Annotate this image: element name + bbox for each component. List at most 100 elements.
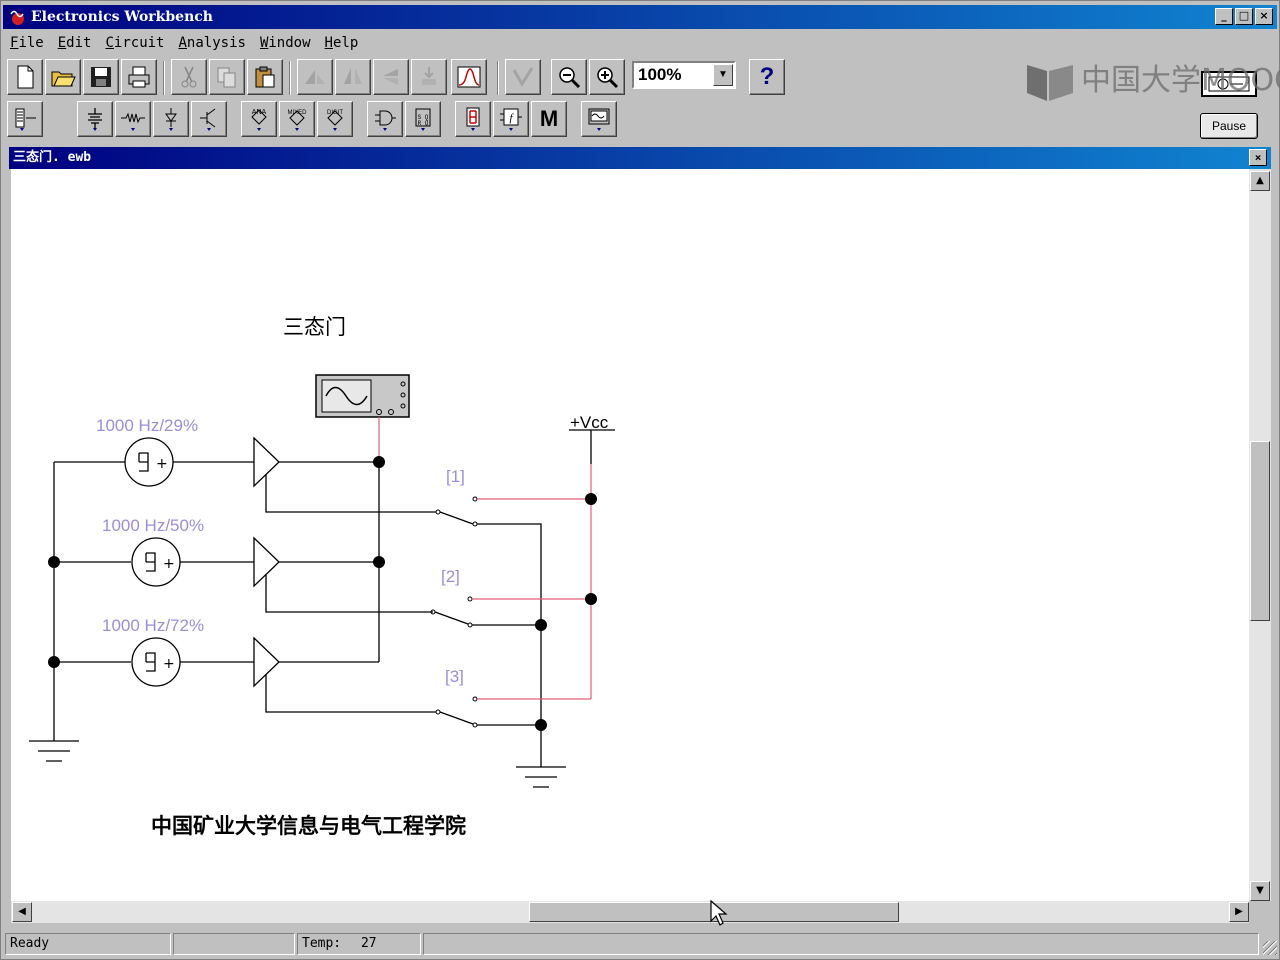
print-button[interactable]	[121, 59, 157, 95]
zoom-out-button[interactable]	[551, 59, 587, 95]
analog-ics-bin-button[interactable]: ANA	[241, 101, 277, 137]
new-file-button[interactable]	[7, 59, 43, 95]
menu-edit-label: dit	[66, 35, 92, 51]
transistors-bin-button[interactable]	[191, 101, 227, 137]
instruments-bin-button[interactable]	[581, 101, 617, 137]
source2-label: 1000 Hz/50%	[102, 516, 204, 535]
zoom-in-icon	[597, 67, 619, 89]
resize-grip-icon[interactable]	[1263, 941, 1277, 955]
copy-button[interactable]	[209, 59, 245, 95]
favorites-bin-button[interactable]	[7, 101, 43, 137]
basic-bin-button[interactable]	[115, 101, 151, 137]
source3-label: 1000 Hz/72%	[102, 616, 204, 635]
resistor-icon	[121, 112, 145, 131]
vcc-label: +Vcc	[570, 413, 609, 432]
toolbar-separator	[289, 61, 291, 95]
document-close-button[interactable]: ×	[1249, 149, 1267, 166]
rotate-button[interactable]	[297, 59, 333, 95]
title-bar[interactable]: Electronics Workbench _ □ ×	[3, 5, 1277, 29]
open-folder-icon	[51, 71, 76, 87]
zoom-in-button[interactable]	[589, 59, 625, 95]
scroll-right-arrow-icon[interactable]: ▶	[1229, 902, 1249, 922]
mooc-logo-icon	[1027, 65, 1073, 101]
minimize-button[interactable]: _	[1215, 8, 1233, 25]
menu-window-label: indow	[268, 35, 311, 51]
document-title-bar[interactable]: 三态门. ewb ×	[9, 147, 1271, 169]
status-text: Ready	[5, 933, 171, 955]
component-properties-icon	[422, 67, 436, 85]
maximize-button[interactable]: □	[1235, 8, 1253, 25]
menu-file[interactable]: File	[3, 31, 51, 55]
ground-symbol-right[interactable]	[516, 766, 566, 788]
app-window: Electronics Workbench _ □ × File Edit Ci…	[0, 0, 1280, 960]
create-subcircuit-button[interactable]	[451, 59, 487, 95]
flip-flop-icon: S QR Q	[415, 108, 431, 131]
svg-text:+: +	[163, 556, 175, 572]
app-title: Electronics Workbench	[31, 9, 213, 25]
scroll-left-arrow-icon[interactable]: ◀	[12, 902, 32, 922]
menu-analysis-accel: A	[178, 35, 187, 51]
cut-button[interactable]	[171, 59, 207, 95]
menu-edit[interactable]: Edit	[51, 31, 99, 55]
tristate-buffer-1[interactable]	[253, 436, 436, 513]
switch-2[interactable]	[430, 596, 541, 628]
mooc-watermark: 中国大学MOOC	[1025, 57, 1280, 105]
indicators-bin-button[interactable]	[455, 101, 491, 137]
pause-button[interactable]: Pause	[1200, 113, 1258, 139]
vertical-scrollbar[interactable]: ▲ ▼	[1249, 169, 1271, 901]
tristate-buffer-3[interactable]	[253, 636, 436, 713]
miscellaneous-bin-button[interactable]: M	[531, 101, 567, 137]
flip-vertical-icon	[383, 69, 398, 85]
open-file-button[interactable]	[45, 59, 81, 95]
dropdown-arrow-icon[interactable]: ▼	[713, 64, 733, 86]
flip-horizontal-icon	[344, 68, 362, 84]
oscilloscope-instrument[interactable]	[315, 374, 410, 418]
circuit-canvas[interactable]: 三态门 1000 Hz/29% 1000 Hz/50% 1000 Hz/72%	[11, 169, 1249, 901]
favorites-bin-icon	[15, 108, 36, 131]
digital-ics-bin-button[interactable]: DIGIT	[317, 101, 353, 137]
circuit-title: 三态门	[283, 315, 346, 339]
flip-horizontal-button[interactable]	[335, 59, 371, 95]
digital-bin-button[interactable]: S QR Q	[405, 101, 441, 137]
help-button[interactable]: ?	[749, 59, 785, 95]
copy-icon	[217, 67, 236, 88]
tristate-buffer-2[interactable]	[253, 536, 433, 613]
mixed-ics-bin-button[interactable]: MIXED	[279, 101, 315, 137]
temperature-label: Temp:	[302, 936, 342, 951]
controls-bin-button[interactable]: f	[493, 101, 529, 137]
zoom-level-value: 100%	[638, 65, 682, 84]
save-button[interactable]	[83, 59, 119, 95]
menu-window[interactable]: Window	[253, 31, 318, 55]
close-button[interactable]: ×	[1255, 8, 1273, 25]
menu-file-label: ile	[18, 35, 44, 51]
vertical-scroll-thumb[interactable]	[1250, 441, 1270, 621]
analysis-graph-button[interactable]	[505, 59, 541, 95]
clock-source-2[interactable]: +	[131, 537, 181, 587]
menu-analysis[interactable]: Analysis	[171, 31, 252, 55]
menu-circuit[interactable]: Circuit	[98, 31, 171, 55]
sources-bin-button[interactable]	[77, 101, 113, 137]
zoom-out-icon	[559, 67, 581, 89]
paste-button[interactable]	[247, 59, 283, 95]
zoom-level-select[interactable]: 100% ▼	[632, 61, 736, 89]
menu-edit-accel: E	[57, 35, 67, 51]
ground-symbol-left[interactable]	[29, 740, 79, 762]
app-icon[interactable]	[9, 8, 27, 26]
scroll-down-arrow-icon[interactable]: ▼	[1250, 881, 1270, 901]
menu-help[interactable]: Help	[318, 31, 366, 55]
switch-1[interactable]	[435, 496, 542, 725]
status-bar: Ready Temp: 27	[3, 931, 1279, 957]
flip-vertical-button[interactable]	[373, 59, 409, 95]
switch-3[interactable]	[435, 696, 541, 728]
diodes-bin-button[interactable]	[153, 101, 189, 137]
menu-bar: File Edit Circuit Analysis Window Help	[3, 31, 1277, 55]
clock-source-1[interactable]: +	[124, 437, 174, 487]
scroll-up-arrow-icon[interactable]: ▲	[1250, 171, 1270, 191]
clock-source-3[interactable]: +	[131, 637, 181, 687]
horizontal-scrollbar[interactable]: ◀ ▶	[11, 901, 1249, 923]
toolbar-separator	[163, 61, 165, 95]
temperature-value: 27	[360, 936, 377, 951]
component-properties-button[interactable]	[411, 59, 447, 95]
logic-gates-bin-button[interactable]	[367, 101, 403, 137]
printer-icon	[128, 66, 150, 88]
